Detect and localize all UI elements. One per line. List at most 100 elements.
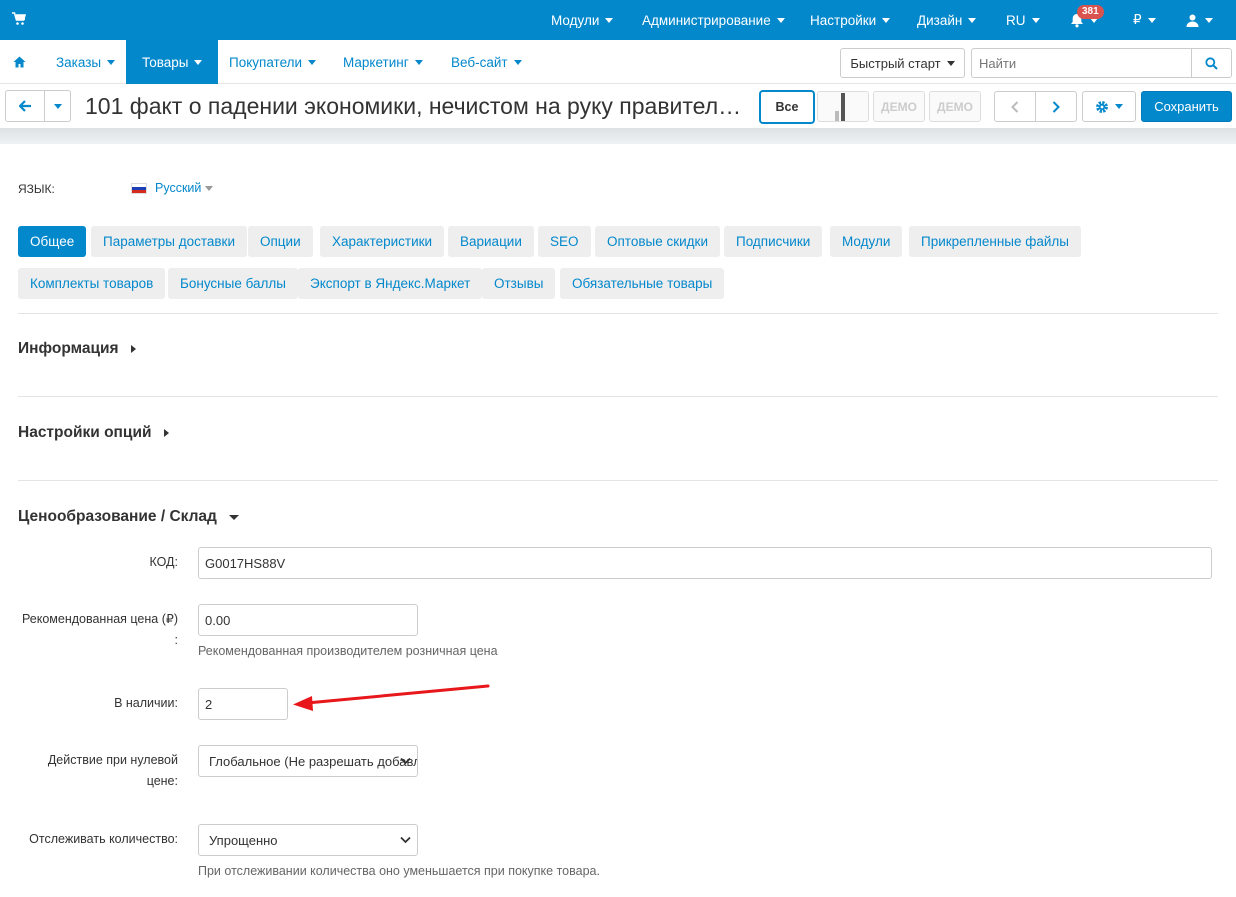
- vendor-logo-3-label: ДЕМО: [937, 99, 973, 114]
- section-options-settings-title: Настройки опций: [18, 424, 152, 441]
- tab-options[interactable]: Опции: [248, 226, 313, 257]
- top-menu-settings[interactable]: Настройки: [810, 0, 891, 40]
- tab-addons[interactable]: Модули: [830, 226, 903, 257]
- home-button[interactable]: [13, 40, 26, 84]
- chevron-down-icon: [53, 103, 62, 109]
- tab-options-label: Опции: [260, 234, 301, 249]
- zero-price-action-label-line1: Действие при нулевой: [47, 753, 178, 767]
- chevron-left-icon: [1011, 100, 1019, 113]
- tab-shipping-label: Параметры доставки: [103, 234, 236, 249]
- code-label: КОД:: [149, 555, 178, 569]
- vendor-logo-3[interactable]: ДЕМО: [929, 91, 981, 122]
- nav-customers[interactable]: Покупатели: [229, 40, 317, 84]
- top-menu-language-label: RU: [1006, 12, 1026, 28]
- tab-features-label: Характеристики: [332, 234, 433, 249]
- in-stock-label: В наличии:: [114, 696, 178, 710]
- tab-reward-points-label: Бонусные баллы: [180, 276, 286, 291]
- user-icon: [1186, 14, 1199, 27]
- vendor-logo-1[interactable]: [817, 91, 869, 122]
- section-options-settings[interactable]: Настройки опций: [18, 424, 169, 442]
- section-pricing-inventory[interactable]: Ценообразование / Склад: [18, 508, 239, 526]
- vendor-bars-icon: [835, 93, 845, 121]
- all-vendors-button[interactable]: Все: [759, 90, 815, 124]
- top-menu-design[interactable]: Дизайн: [917, 0, 977, 40]
- back-dropdown-button[interactable]: [44, 90, 71, 122]
- list-price-help: Рекомендованная производителем розничная…: [198, 644, 498, 658]
- nav-marketing-label: Маркетинг: [343, 54, 409, 70]
- divider: [18, 480, 1218, 481]
- top-menu-settings-label: Настройки: [810, 12, 877, 28]
- tab-attachments[interactable]: Прикрепленные файлы: [909, 226, 1081, 257]
- top-menu-modules[interactable]: Модули: [551, 0, 614, 40]
- language-selector[interactable]: Русский: [131, 181, 214, 195]
- tab-general[interactable]: Общее: [18, 226, 87, 257]
- page-title: 101 факт о падении экономики, нечистом н…: [85, 93, 750, 119]
- tab-attachments-label: Прикрепленные файлы: [921, 234, 1069, 249]
- top-menu-language[interactable]: RU: [1006, 0, 1040, 40]
- vendor-logo-2[interactable]: ДЕМО: [873, 91, 925, 122]
- nav-products[interactable]: Товары: [126, 40, 219, 84]
- language-label: ЯЗЫК:: [18, 182, 55, 196]
- currency-menu[interactable]: ₽: [1133, 0, 1156, 40]
- section-information-title: Информация: [18, 340, 119, 357]
- tab-variations-label: Вариации: [460, 234, 522, 249]
- list-price-label-line1: Рекомендованная цена (₽): [21, 612, 178, 626]
- track-inventory-value: Упрощенно: [209, 832, 278, 848]
- list-price-input[interactable]: 0.00: [198, 604, 418, 636]
- tab-required-products[interactable]: Обязательные товары: [560, 268, 725, 299]
- prev-product-button[interactable]: [994, 91, 1036, 122]
- user-menu[interactable]: [1186, 0, 1213, 40]
- settings-dropdown-button[interactable]: [1082, 91, 1136, 122]
- tab-subscribers-label: Подписчики: [736, 234, 811, 249]
- zero-price-action-value: Глобальное (Не разрешать добавлять товар…: [209, 753, 417, 769]
- top-menu-design-label: Дизайн: [917, 12, 963, 28]
- tab-shipping[interactable]: Параметры доставки: [91, 226, 248, 257]
- tab-addons-label: Модули: [842, 234, 891, 249]
- back-button[interactable]: [5, 90, 45, 122]
- tab-features[interactable]: Характеристики: [320, 226, 445, 257]
- tab-yandex-export[interactable]: Экспорт в Яндекс.Маркет: [298, 268, 483, 299]
- cart-icon[interactable]: [12, 12, 26, 26]
- zero-price-action-select[interactable]: Глобальное (Не разрешать добавлять товар…: [198, 745, 418, 777]
- tab-reviews-label: Отзывы: [494, 276, 544, 291]
- save-button[interactable]: Сохранить: [1141, 91, 1232, 122]
- vendor-logo-2-label: ДЕМО: [881, 99, 917, 114]
- code-input[interactable]: G0017HS88V: [198, 547, 1212, 579]
- divider: [18, 313, 1218, 314]
- tab-general-label: Общее: [30, 234, 75, 249]
- nav-customers-label: Покупатели: [229, 54, 303, 70]
- tab-wholesale[interactable]: Оптовые скидки: [595, 226, 721, 257]
- tab-bundles[interactable]: Комплекты товаров: [18, 268, 166, 299]
- search-input[interactable]: [971, 48, 1191, 78]
- track-inventory-label: Отслеживать количество:: [29, 832, 178, 846]
- nav-website[interactable]: Веб-сайт: [451, 40, 522, 84]
- top-menu-administration[interactable]: Администрирование: [642, 0, 785, 40]
- next-product-button[interactable]: [1035, 91, 1077, 122]
- nav-orders[interactable]: Заказы: [56, 40, 116, 84]
- tab-reviews[interactable]: Отзывы: [482, 268, 556, 299]
- in-stock-input[interactable]: 2: [198, 688, 288, 720]
- nav-products-label: Товары: [142, 54, 189, 70]
- section-information[interactable]: Информация: [18, 340, 136, 358]
- tab-variations[interactable]: Вариации: [448, 226, 534, 257]
- arrow-left-icon: [18, 100, 31, 112]
- zero-price-action-label: Действие при нулевой цене:: [10, 750, 178, 792]
- notifications-badge: 381: [1077, 5, 1104, 19]
- nav-orders-label: Заказы: [56, 54, 102, 70]
- currency-label: ₽: [1133, 12, 1142, 27]
- russia-flag-icon: [131, 182, 147, 194]
- quick-start-button[interactable]: Быстрый старт: [840, 48, 965, 78]
- annotation-arrow: [293, 684, 490, 711]
- track-inventory-select[interactable]: Упрощенно: [198, 824, 418, 856]
- search-button[interactable]: [1191, 48, 1232, 78]
- tab-seo[interactable]: SEO: [538, 226, 591, 257]
- home-icon: [13, 56, 26, 68]
- chevron-down-icon: [400, 757, 411, 765]
- tab-subscribers[interactable]: Подписчики: [724, 226, 823, 257]
- all-vendors-label: Все: [775, 100, 799, 114]
- tab-seo-label: SEO: [550, 234, 579, 249]
- tab-reward-points[interactable]: Бонусные баллы: [168, 268, 298, 299]
- nav-marketing[interactable]: Маркетинг: [343, 40, 423, 84]
- list-price-label: Рекомендованная цена (₽) :: [10, 609, 178, 651]
- chevron-right-icon: [1052, 100, 1060, 113]
